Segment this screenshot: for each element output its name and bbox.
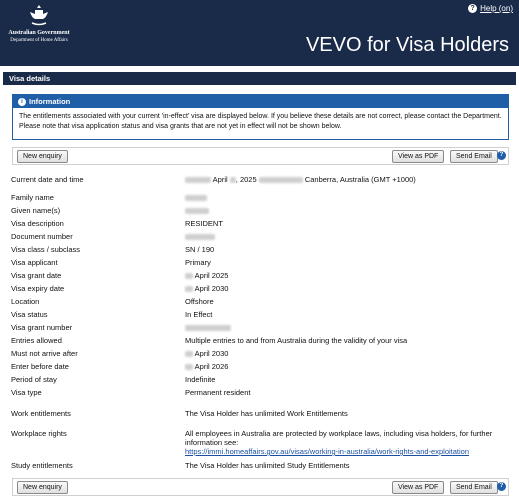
- new-enquiry-button[interactable]: New enquiry: [17, 481, 68, 494]
- view-as-pdf-button[interactable]: View as PDF: [392, 150, 445, 163]
- value-visa-grant-date: April 2025: [185, 271, 505, 280]
- value-must-not-arrive-after: April 2030: [185, 349, 505, 358]
- value-period-of-stay: Indefinite: [185, 375, 216, 384]
- value-work-entitlements: The Visa Holder has unlimited Work Entit…: [185, 409, 348, 418]
- redacted-text: [258, 177, 303, 184]
- value-visa-applicant: Primary: [185, 258, 211, 267]
- help-icon: ?: [468, 4, 478, 13]
- view-as-pdf-button[interactable]: View as PDF: [392, 481, 445, 494]
- send-email-button[interactable]: Send Email: [450, 150, 498, 163]
- info-icon: i: [18, 97, 26, 106]
- label-period-of-stay: Period of stay: [11, 375, 57, 384]
- label-current-date: Current date and time: [11, 175, 84, 184]
- redacted-text: [185, 208, 209, 215]
- label-document-number: Document number: [11, 232, 73, 241]
- information-text: The entitlements associated with your cu…: [19, 113, 502, 130]
- label-visa-class: Visa class / subclass: [11, 245, 81, 254]
- action-toolbar-bottom: New enquiry View as PDF Send Email ?: [12, 478, 509, 496]
- information-header: i Information: [13, 95, 508, 108]
- app-title: VEVO for Visa Holders: [305, 34, 509, 56]
- action-toolbar-top: New enquiry View as PDF Send Email ?: [12, 147, 509, 165]
- label-work-entitlements: Work entitlements: [11, 409, 71, 418]
- information-title: Information: [29, 97, 71, 106]
- help-label[interactable]: Help (on): [480, 4, 513, 13]
- redacted-text: [185, 364, 193, 371]
- question-icon[interactable]: ?: [497, 151, 506, 160]
- value-enter-before-date: April 2026: [185, 362, 505, 371]
- value-visa-type: Permanent resident: [185, 388, 251, 397]
- label-family-name: Family name: [11, 193, 54, 202]
- value-given-names: [185, 206, 505, 215]
- label-must-not-arrive-after: Must not arrive after: [11, 349, 78, 358]
- redacted-text: [185, 325, 231, 332]
- label-workplace-rights: Workplace rights: [11, 429, 67, 438]
- redacted-text: [185, 177, 211, 184]
- label-visa-applicant: Visa applicant: [11, 258, 58, 267]
- logo-government-text: Australian Government: [8, 30, 70, 36]
- value-visa-grant-number: [185, 323, 505, 332]
- value-visa-expiry-date: April 2030: [185, 284, 505, 293]
- value-location: Offshore: [185, 297, 214, 306]
- label-visa-description: Visa description: [11, 219, 64, 228]
- coat-of-arms-icon: [30, 5, 48, 26]
- redacted-text: [185, 234, 215, 241]
- value-study-entitlements: The Visa Holder has unlimited Study Enti…: [185, 461, 350, 470]
- redacted-text: [185, 195, 207, 202]
- label-visa-grant-date: Visa grant date: [11, 271, 62, 280]
- redacted-text: [185, 286, 193, 293]
- label-visa-expiry-date: Visa expiry date: [11, 284, 65, 293]
- value-current-date: April , 2025 Canberra, Australia (GMT +1…: [185, 175, 505, 184]
- value-workplace-rights: All employees in Australia are protected…: [185, 429, 493, 456]
- label-visa-grant-number: Visa grant number: [11, 323, 73, 332]
- label-location: Location: [11, 297, 40, 306]
- redacted-text: [229, 177, 236, 184]
- information-panel: i Information The entitlements associate…: [12, 94, 509, 140]
- value-visa-status: In Effect: [185, 310, 213, 319]
- value-family-name: [185, 193, 505, 202]
- label-enter-before-date: Enter before date: [11, 362, 69, 371]
- question-icon[interactable]: ?: [497, 482, 506, 491]
- label-visa-status: Visa status: [11, 310, 48, 319]
- new-enquiry-button[interactable]: New enquiry: [17, 150, 68, 163]
- redacted-text: [185, 273, 193, 280]
- label-study-entitlements: Study entitlements: [11, 461, 73, 470]
- app-header: Australian Government Department of Home…: [0, 0, 519, 66]
- help-link[interactable]: ? Help (on): [468, 4, 513, 13]
- label-visa-type: Visa type: [11, 388, 42, 397]
- workplace-rights-link[interactable]: https://immi.homeaffairs.gov.au/visas/wo…: [185, 447, 469, 456]
- value-visa-class: SN / 190: [185, 245, 215, 254]
- value-visa-description: RESIDENT: [185, 219, 223, 228]
- logo-department-text: Department of Home Affairs: [10, 38, 68, 43]
- send-email-button[interactable]: Send Email: [450, 481, 498, 494]
- value-entries-allowed: Multiple entries to and from Australia d…: [185, 336, 408, 345]
- label-entries-allowed: Entries allowed: [11, 336, 62, 345]
- value-document-number: [185, 232, 505, 241]
- redacted-text: [185, 351, 193, 358]
- section-title: Visa details: [3, 72, 516, 85]
- label-given-names: Given name(s): [11, 206, 61, 215]
